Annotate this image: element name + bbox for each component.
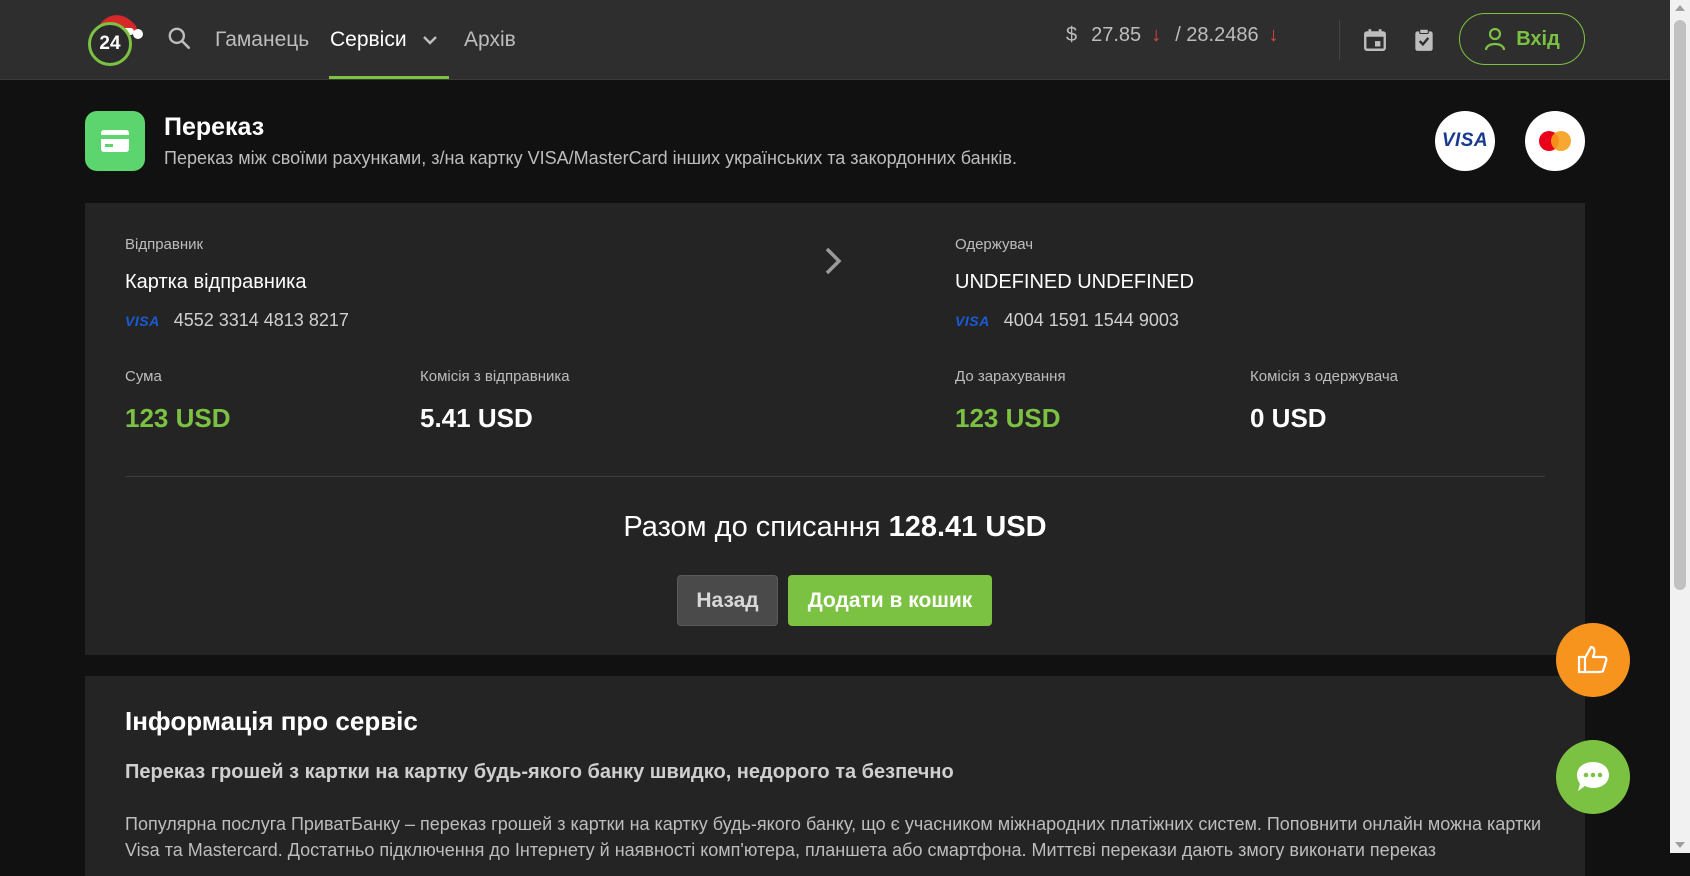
user-icon bbox=[1484, 27, 1506, 51]
recipient-card: VISA 4004 1591 1544 9003 bbox=[955, 310, 1179, 331]
chat-button[interactable] bbox=[1556, 740, 1630, 814]
recipient-name: UNDEFINED UNDEFINED bbox=[955, 271, 1194, 293]
calendar-icon[interactable] bbox=[1362, 27, 1388, 58]
visa-mini-icon: VISA bbox=[955, 312, 990, 329]
total-line: Разом до списання 128.41 USD bbox=[85, 511, 1585, 544]
mastercard-logo bbox=[1525, 111, 1585, 171]
back-button[interactable]: Назад bbox=[677, 575, 778, 626]
divider bbox=[125, 476, 1545, 477]
info-body: Популярна послуга ПриватБанку – переказ … bbox=[125, 814, 1542, 860]
card-transfer-icon bbox=[85, 111, 145, 171]
total-value: 128.41 USD bbox=[888, 511, 1047, 543]
scroll-up-arrow[interactable] bbox=[1675, 5, 1685, 11]
info-heading: Інформація про сервіс bbox=[125, 706, 418, 736]
page-scrollbar[interactable] bbox=[1670, 0, 1690, 853]
top-bar: 24 Гаманець Сервіси Архів $ 27.85 ↓ / 28… bbox=[0, 0, 1670, 80]
total-label: Разом до списання bbox=[623, 511, 881, 543]
recipient-fee-value: 0 USD bbox=[1250, 403, 1327, 433]
rate-buy: 27.85 bbox=[1091, 24, 1142, 46]
recipient-fee-label: Комісія з одержувача bbox=[1250, 368, 1399, 385]
amount-value: 123 USD bbox=[125, 403, 231, 433]
sender-card-number: 4552 3314 4813 8217 bbox=[173, 310, 349, 330]
nav-archive[interactable]: Архів bbox=[464, 0, 516, 79]
service-info-section: Інформація про сервіс Переказ грошей з к… bbox=[85, 676, 1585, 876]
dollar-sign: $ bbox=[1066, 24, 1078, 46]
recipient-label: Одержувач bbox=[955, 236, 1034, 253]
chat-bubble-icon bbox=[1574, 759, 1612, 795]
clipboard-check-icon[interactable] bbox=[1411, 27, 1437, 58]
privat24-logo[interactable]: 24 bbox=[88, 10, 143, 68]
scrollbar-thumb[interactable] bbox=[1674, 20, 1686, 590]
header-divider bbox=[1339, 20, 1340, 60]
page-description: Переказ між своїми рахунками, з/на картк… bbox=[164, 148, 1017, 168]
active-tab-indicator bbox=[329, 76, 449, 79]
sender-card: VISA 4552 3314 4813 8217 bbox=[125, 310, 349, 331]
add-to-cart-button[interactable]: Додати в кошик bbox=[788, 575, 992, 626]
login-button[interactable]: Вхід bbox=[1459, 13, 1585, 65]
thumbs-up-icon bbox=[1576, 644, 1610, 676]
logo-badge: 24 bbox=[88, 22, 132, 66]
sender-label: Відправник bbox=[125, 236, 204, 253]
credited-value: 123 USD bbox=[955, 403, 1061, 433]
recipient-card-number: 4004 1591 1544 9003 bbox=[1003, 310, 1179, 330]
rate-sell: / 28.2486 bbox=[1175, 24, 1259, 46]
login-label: Вхід bbox=[1516, 27, 1560, 50]
chevron-down-icon bbox=[421, 34, 439, 46]
visa-mini-icon: VISA bbox=[125, 312, 160, 329]
visa-logo: VISA bbox=[1435, 111, 1495, 171]
nav-wallet[interactable]: Гаманець bbox=[215, 0, 309, 79]
feedback-button[interactable] bbox=[1556, 623, 1630, 697]
page-title: Переказ bbox=[164, 113, 265, 141]
nav-services[interactable]: Сервіси bbox=[329, 0, 449, 79]
sender-fee-label: Комісія з відправника bbox=[420, 368, 570, 385]
search-icon[interactable] bbox=[166, 25, 192, 56]
sender-fee-value: 5.41 USD bbox=[420, 403, 533, 433]
rate-buy-down-arrow: ↓ bbox=[1151, 24, 1162, 46]
nav-services-label: Сервіси bbox=[330, 27, 407, 51]
scroll-down-arrow[interactable] bbox=[1675, 842, 1685, 848]
rate-sell-down-arrow: ↓ bbox=[1268, 24, 1279, 46]
exchange-rates: $ 27.85 ↓ / 28.2486 ↓ bbox=[1066, 24, 1279, 47]
sender-name: Картка відправника bbox=[125, 271, 307, 293]
amount-label: Сума bbox=[125, 368, 162, 385]
transfer-summary-card: Відправник Картка відправника VISA 4552 … bbox=[85, 203, 1585, 655]
chevron-right-icon bbox=[822, 245, 844, 282]
info-subheading: Переказ грошей з картки на картку будь-я… bbox=[125, 761, 954, 783]
credited-label: До зарахування bbox=[955, 368, 1066, 385]
visa-logo-text: VISA bbox=[1441, 130, 1489, 151]
